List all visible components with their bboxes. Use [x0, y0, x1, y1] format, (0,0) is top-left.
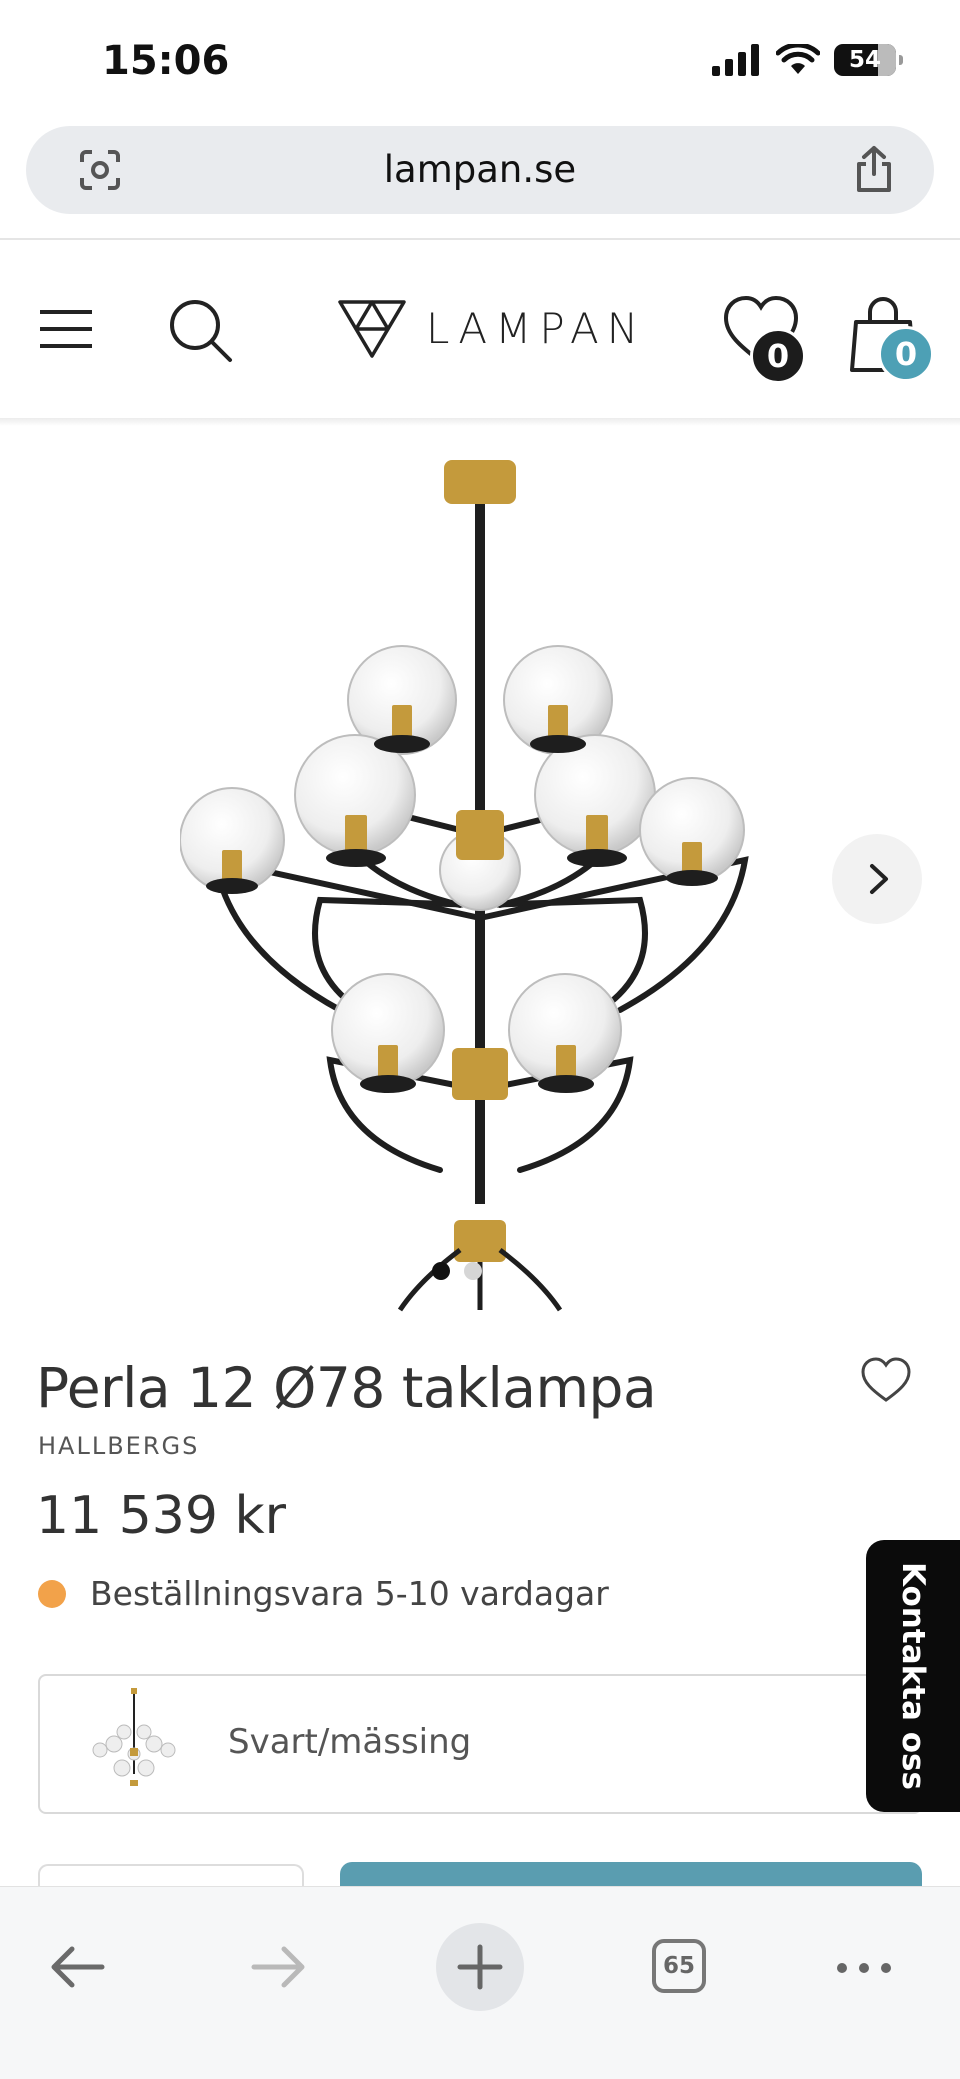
battery-icon: 54 [834, 44, 903, 76]
next-image-button[interactable] [832, 834, 922, 924]
forward-icon[interactable] [248, 1939, 310, 1995]
site-header: LAMPAN 0 0 [0, 240, 960, 418]
product-title: Perla 12 Ø78 taklampa [36, 1356, 657, 1420]
search-icon[interactable] [166, 296, 236, 366]
status-icons: 54 [712, 44, 903, 76]
header-shadow [0, 418, 960, 426]
signal-icon [712, 44, 759, 76]
plus-icon [457, 1944, 503, 1990]
add-to-wishlist-heart-icon[interactable] [860, 1356, 912, 1404]
url-text[interactable]: lampan.se [26, 148, 934, 191]
variant-thumbnail [92, 1688, 176, 1786]
pagination-dot[interactable] [464, 1262, 482, 1280]
product-image[interactable] [180, 450, 780, 1320]
contact-tab-label[interactable]: Kontakta oss [895, 1562, 931, 1790]
battery-level: 54 [848, 47, 881, 73]
contact-tab[interactable]: Kontakta oss [866, 1540, 960, 1812]
product-brand[interactable]: HALLBERGS [38, 1432, 199, 1460]
logo-mark-icon [338, 300, 406, 358]
variant-label[interactable]: Svart/mässing [228, 1722, 471, 1762]
more-icon[interactable] [834, 1953, 894, 1983]
pagination-dot[interactable] [432, 1262, 450, 1280]
status-time: 15:06 [102, 38, 230, 84]
variant-select[interactable]: Svart/mässing [38, 1674, 922, 1814]
logo-text: LAMPAN [426, 303, 647, 353]
back-icon[interactable] [46, 1939, 108, 1995]
gallery-pagination [432, 1262, 482, 1280]
browser-toolbar: 65 [0, 1886, 960, 2079]
new-tab-button[interactable] [436, 1923, 524, 2011]
wifi-icon [776, 44, 820, 74]
address-bar[interactable]: lampan.se [26, 126, 934, 214]
stock-status-text: Beställningsvara 5-10 vardagar [90, 1574, 609, 1613]
stock-status-dot [38, 1580, 66, 1608]
share-icon[interactable] [850, 144, 898, 194]
wishlist-count-badge[interactable]: 0 [750, 328, 806, 384]
site-logo[interactable]: LAMPAN [336, 296, 646, 360]
cart-count-badge[interactable]: 0 [878, 326, 934, 382]
product-price: 11 539 kr [36, 1486, 286, 1546]
chevron-right-icon [870, 864, 888, 894]
menu-icon[interactable] [38, 306, 94, 352]
status-bar: 15:06 54 [0, 0, 960, 120]
tabs-icon[interactable]: 65 [652, 1939, 706, 1993]
